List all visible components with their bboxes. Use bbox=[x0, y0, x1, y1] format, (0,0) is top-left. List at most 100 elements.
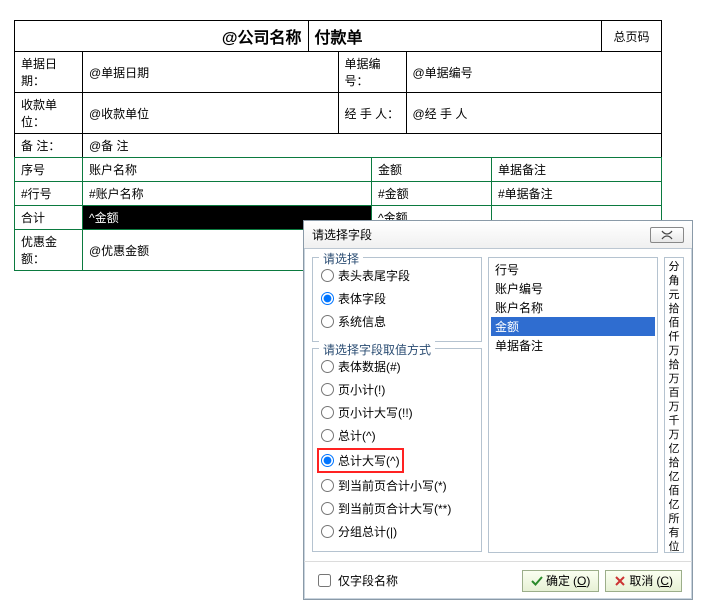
only-field-name-label: 仅字段名称 bbox=[338, 572, 398, 589]
list-item[interactable]: 仟 bbox=[665, 330, 683, 344]
radio-running-total-lower-label: 到当前页合计小写(*) bbox=[338, 477, 447, 494]
radio-total-caps-input[interactable] bbox=[321, 454, 334, 467]
cell-amt: #金额 bbox=[372, 182, 492, 206]
radio-body-field-input[interactable] bbox=[321, 292, 334, 305]
radio-system-info[interactable]: 系统信息 bbox=[321, 310, 473, 333]
list-item[interactable]: 亿 bbox=[665, 442, 683, 456]
check-icon bbox=[531, 575, 543, 587]
list-item[interactable]: 万 bbox=[665, 344, 683, 358]
list-item[interactable]: 佰亿 bbox=[665, 484, 683, 512]
table-header: 序号 账户名称 金额 单据备注 bbox=[15, 158, 662, 182]
total-label: 合计 bbox=[15, 206, 83, 230]
radio-group-total[interactable]: 分组总计(|) bbox=[321, 520, 473, 543]
radio-header-footer-label: 表头表尾字段 bbox=[338, 267, 410, 284]
radio-running-total-upper-input[interactable] bbox=[321, 502, 334, 515]
only-field-name-check[interactable]: 仅字段名称 bbox=[314, 571, 398, 590]
radio-page-subtotal-label: 页小计(!) bbox=[338, 381, 385, 398]
cancel-hotkey: C bbox=[660, 574, 669, 588]
ok-hotkey: O bbox=[577, 574, 586, 588]
close-icon bbox=[661, 230, 673, 240]
list-item[interactable]: 行号 bbox=[491, 260, 655, 279]
list-item[interactable]: 账户名称 bbox=[491, 298, 655, 317]
dialog-footer: 仅字段名称 确定 (O) 取消 (C) bbox=[304, 561, 692, 599]
date-value: @单据日期 bbox=[83, 52, 339, 93]
digit-list[interactable]: 分角元拾佰仟万拾万百万千万亿拾亿佰亿所有位 bbox=[664, 257, 684, 553]
list-item[interactable]: 元 bbox=[665, 288, 683, 302]
payee-label: 收款单位： bbox=[15, 93, 83, 134]
radio-group-total-label: 分组总计(|) bbox=[338, 523, 397, 540]
radio-header-footer[interactable]: 表头表尾字段 bbox=[321, 264, 473, 287]
radio-running-total-lower[interactable]: 到当前页合计小写(*) bbox=[321, 474, 473, 497]
title-row: @公司名称 付款单 总页码 bbox=[14, 20, 662, 51]
list-item[interactable]: 分 bbox=[665, 260, 683, 274]
list-item[interactable]: 百万 bbox=[665, 386, 683, 414]
radio-body-data[interactable]: 表体数据(#) bbox=[321, 355, 473, 378]
radio-total-caps[interactable]: 总计大写(^) bbox=[321, 451, 400, 470]
discount-label: 优惠金额： bbox=[15, 230, 83, 271]
cell-acct: #账户名称 bbox=[83, 182, 372, 206]
group-valuemode: 请选择字段取值方式 表体数据(#) 页小计(!) 页小计大写(!!) 总计(^) bbox=[312, 348, 482, 552]
payee-value: @收款单位 bbox=[83, 93, 339, 134]
radio-running-total-lower-input[interactable] bbox=[321, 479, 334, 492]
radio-total-input[interactable] bbox=[321, 429, 334, 442]
highlighted-option: 总计大写(^) bbox=[317, 448, 404, 473]
handler-label: 经 手 人： bbox=[338, 93, 406, 134]
col-rem: 单据备注 bbox=[492, 158, 662, 182]
handler-value: @经 手 人 bbox=[406, 93, 662, 134]
radio-running-total-upper-label: 到当前页合计大写(**) bbox=[338, 500, 451, 517]
left-column: 请选择 表头表尾字段 表体字段 系统信息 请选择字段取值方式 bbox=[312, 257, 482, 553]
only-field-name-input[interactable] bbox=[318, 574, 331, 587]
group-valuemode-legend: 请选择字段取值方式 bbox=[319, 341, 435, 358]
no-label: 单据编号： bbox=[338, 52, 406, 93]
field-list[interactable]: 行号账户编号账户名称金额单据备注 bbox=[488, 257, 658, 553]
cancel-icon bbox=[614, 575, 626, 587]
select-field-dialog: 请选择字段 请选择 表头表尾字段 表体字段 系统信息 bbox=[303, 220, 693, 600]
radio-page-subtotal-caps-input[interactable] bbox=[321, 406, 334, 419]
radio-total[interactable]: 总计(^) bbox=[321, 424, 473, 447]
list-item[interactable]: 拾万 bbox=[665, 358, 683, 386]
radio-page-subtotal-caps[interactable]: 页小计大写(!!) bbox=[321, 401, 473, 424]
radio-body-field[interactable]: 表体字段 bbox=[321, 287, 473, 310]
col-amt: 金额 bbox=[372, 158, 492, 182]
dialog-body: 请选择 表头表尾字段 表体字段 系统信息 请选择字段取值方式 bbox=[304, 249, 692, 561]
radio-group-total-input[interactable] bbox=[321, 525, 334, 538]
radio-page-subtotal[interactable]: 页小计(!) bbox=[321, 378, 473, 401]
remark-label: 备 注： bbox=[15, 134, 83, 158]
cancel-button[interactable]: 取消 (C) bbox=[605, 570, 682, 592]
close-button[interactable] bbox=[650, 227, 684, 243]
list-item[interactable]: 账户编号 bbox=[491, 279, 655, 298]
radio-body-data-label: 表体数据(#) bbox=[338, 358, 401, 375]
col-seq: 序号 bbox=[15, 158, 83, 182]
info-table: 单据日期： @单据日期 单据编号： @单据编号 收款单位： @收款单位 经 手 … bbox=[14, 51, 662, 158]
list-item[interactable]: 所有位 bbox=[665, 512, 683, 553]
remark-value: @备 注 bbox=[83, 134, 662, 158]
radio-total-label: 总计(^) bbox=[338, 427, 376, 444]
no-value: @单据编号 bbox=[406, 52, 662, 93]
company-name: @公司名称 bbox=[15, 21, 308, 51]
radio-page-subtotal-input[interactable] bbox=[321, 383, 334, 396]
radio-header-footer-input[interactable] bbox=[321, 269, 334, 282]
radio-running-total-upper[interactable]: 到当前页合计大写(**) bbox=[321, 497, 473, 520]
list-item[interactable]: 拾 bbox=[665, 302, 683, 316]
radio-page-subtotal-caps-label: 页小计大写(!!) bbox=[338, 404, 413, 421]
ok-button[interactable]: 确定 (O) bbox=[522, 570, 599, 592]
list-item[interactable]: 拾亿 bbox=[665, 456, 683, 484]
group-select-legend: 请选择 bbox=[319, 250, 363, 267]
radio-total-caps-label: 总计大写(^) bbox=[338, 452, 400, 469]
page-code: 总页码 bbox=[601, 21, 661, 51]
dialog-title-text: 请选择字段 bbox=[312, 226, 372, 243]
cell-rem: #单据备注 bbox=[492, 182, 662, 206]
cell-seq: #行号 bbox=[15, 182, 83, 206]
dialog-titlebar: 请选择字段 bbox=[304, 221, 692, 249]
radio-system-info-input[interactable] bbox=[321, 315, 334, 328]
list-item[interactable]: 佰 bbox=[665, 316, 683, 330]
radio-body-field-label: 表体字段 bbox=[338, 290, 386, 307]
form-title: 付款单 bbox=[308, 21, 602, 51]
list-item[interactable]: 千万 bbox=[665, 414, 683, 442]
table-row: #行号 #账户名称 #金额 #单据备注 bbox=[15, 182, 662, 206]
list-item[interactable]: 单据备注 bbox=[491, 336, 655, 355]
list-item[interactable]: 金额 bbox=[491, 317, 655, 336]
radio-system-info-label: 系统信息 bbox=[338, 313, 386, 330]
radio-body-data-input[interactable] bbox=[321, 360, 334, 373]
list-item[interactable]: 角 bbox=[665, 274, 683, 288]
